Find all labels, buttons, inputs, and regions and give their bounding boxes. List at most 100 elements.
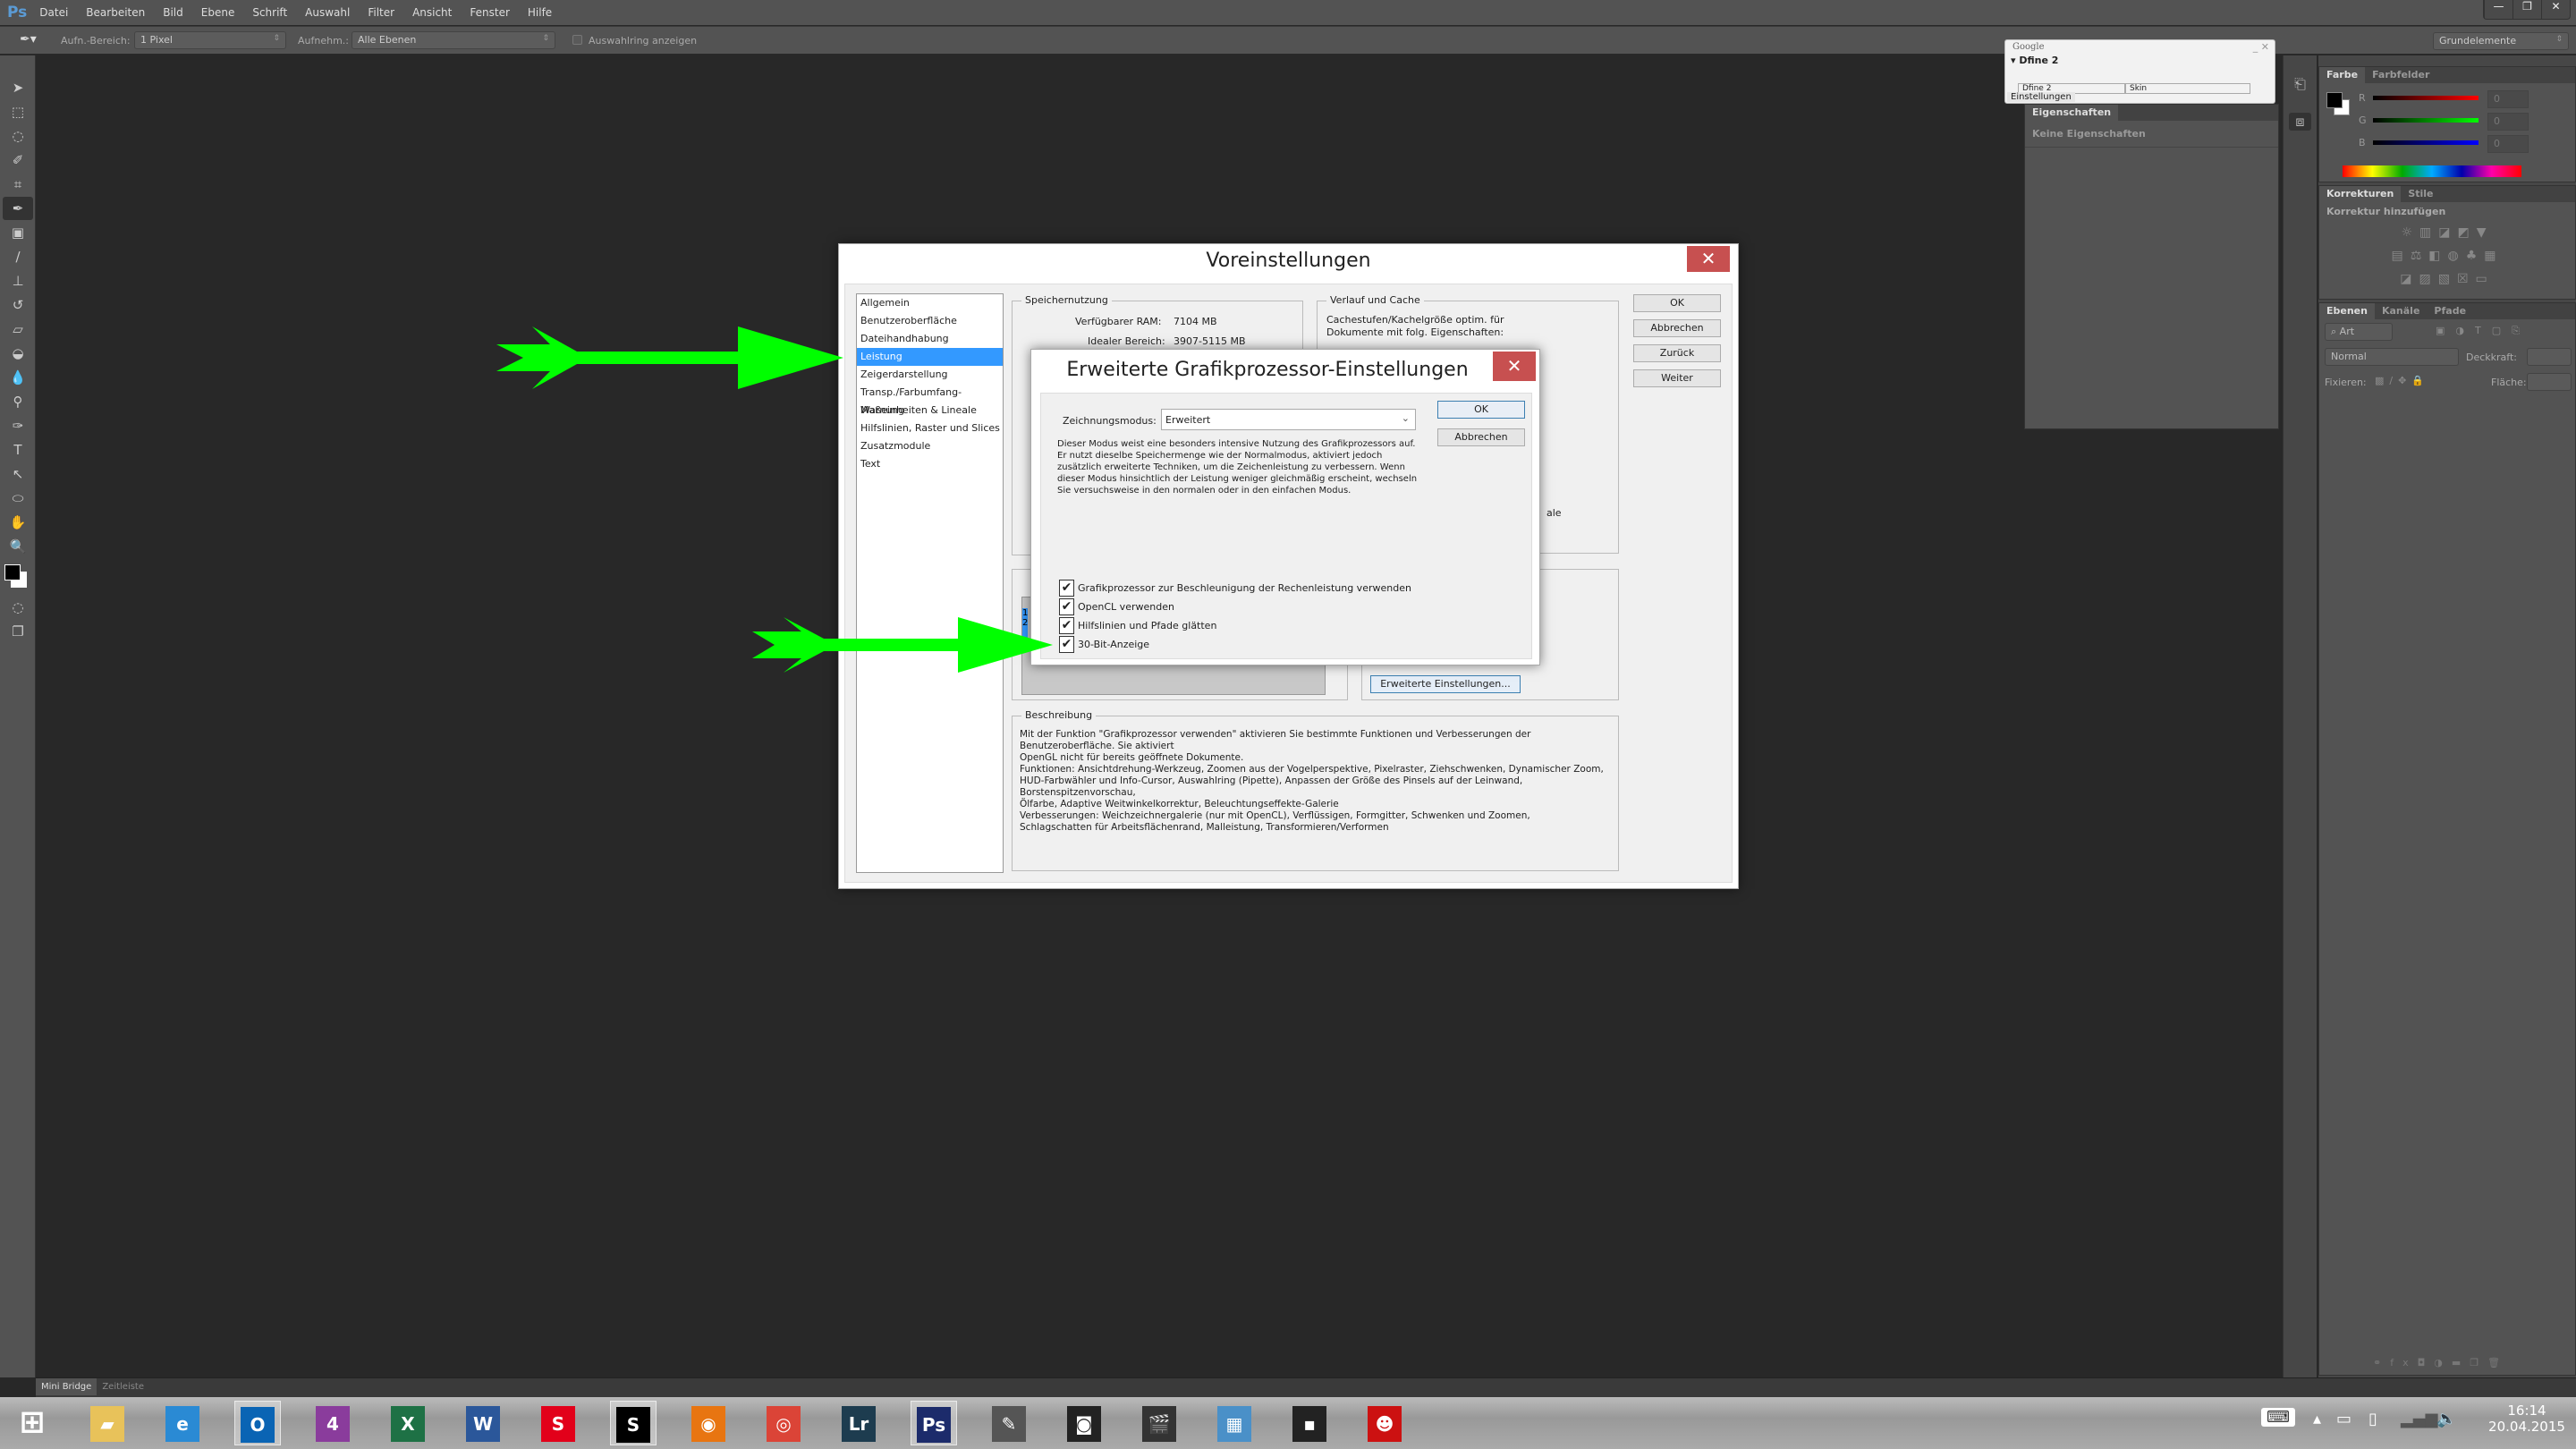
adjustment-icons[interactable]: ☼▥◪◩▼ ▤⚖◧◍♣▦ ◪▨▧☒▭ <box>2319 221 2575 291</box>
channel-b-value[interactable]: 0 <box>2487 135 2529 153</box>
hand-tool-icon[interactable]: ✋ <box>3 511 33 534</box>
pen-tool-icon[interactable]: ✑ <box>3 414 33 437</box>
clone-stamp-tool-icon[interactable]: ⊥ <box>3 269 33 292</box>
battery-icon[interactable]: ▯ <box>2368 1410 2377 1428</box>
category-zeigerdarstellung[interactable]: Zeigerdarstellung <box>857 366 1003 384</box>
tab-stile[interactable]: Stile <box>2401 186 2440 202</box>
category-zusatzmodule[interactable]: Zusatzmodule <box>857 437 1003 455</box>
eraser-tool-icon[interactable]: ▱ <box>3 318 33 341</box>
display-icon[interactable]: ▭ <box>2336 1410 2351 1428</box>
show-ring-checkbox[interactable] <box>572 35 582 45</box>
quick-selection-tool-icon[interactable]: ✐ <box>3 148 33 172</box>
channel-g-slider[interactable] <box>2373 118 2479 123</box>
layer-filter-select[interactable]: ⌕ Art <box>2325 323 2393 341</box>
menu-bild[interactable]: Bild <box>163 6 183 19</box>
show-hidden-icons-icon[interactable]: ▴ <box>2313 1410 2321 1428</box>
category-allgemein[interactable]: Allgemein <box>857 294 1003 312</box>
menu-hilfe[interactable]: Hilfe <box>528 6 552 19</box>
tab-zeitleiste[interactable]: Zeitleiste <box>97 1378 149 1395</box>
taskbar-app-orange-icon[interactable]: ◉ <box>685 1401 732 1445</box>
screen-mode-icon[interactable]: ❐ <box>3 620 33 643</box>
advanced-settings-button[interactable]: Erweiterte Einstellungen... <box>1370 675 1521 693</box>
opencl-checkbox[interactable]: ✔ OpenCL verwenden <box>1059 598 1174 615</box>
taskbar-chrome-icon[interactable]: ◎ <box>760 1401 807 1445</box>
einstellungen-tab[interactable]: Einstellungen <box>2007 92 2075 102</box>
minimize-button[interactable]: — <box>2484 0 2512 19</box>
menu-schrift[interactable]: Schrift <box>252 6 287 19</box>
dfine-section-header[interactable]: ▾ Dfine 2 <box>2011 55 2058 66</box>
category-dateihandhabung[interactable]: Dateihandhabung <box>857 330 1003 348</box>
preferences-ok-button[interactable]: OK <box>1633 294 1721 312</box>
menu-datei[interactable]: Datei <box>39 6 68 19</box>
foreground-color-swatch[interactable] <box>4 564 21 580</box>
menu-filter[interactable]: Filter <box>368 6 394 19</box>
channel-r-slider[interactable] <box>2373 96 2479 100</box>
gpu-ok-button[interactable]: OK <box>1437 401 1525 419</box>
tab-ebenen[interactable]: Ebenen <box>2319 303 2375 319</box>
tab-eigenschaften[interactable]: Eigenschaften <box>2025 105 2119 121</box>
menu-auswahl[interactable]: Auswahl <box>305 6 350 19</box>
menu-ansicht[interactable]: Ansicht <box>412 6 452 19</box>
taskbar-excel-icon[interactable]: X <box>385 1401 431 1445</box>
taskbar-explorer-icon[interactable]: ▰ <box>84 1401 131 1445</box>
taskbar-video-icon[interactable]: 🎬 <box>1136 1401 1182 1445</box>
category-masseinheiten[interactable]: Maßeinheiten & Lineale <box>857 402 1003 419</box>
eyedropper-tool-icon[interactable]: ✒ <box>3 197 33 220</box>
workspace-select[interactable]: Grundelemente <box>2433 32 2569 50</box>
network-icon[interactable]: ▂▄▆ <box>2401 1410 2438 1428</box>
path-selection-tool-icon[interactable]: ↖ <box>3 462 33 486</box>
lock-icons[interactable]: ▩∕✥🔒 <box>2375 375 2429 386</box>
foreground-color[interactable] <box>2326 92 2343 108</box>
preferences-back-button[interactable]: Zurück <box>1633 344 1721 362</box>
restore-button[interactable]: ❐ <box>2512 0 2541 19</box>
category-hilfslinien[interactable]: Hilfslinien, Raster und Slices <box>857 419 1003 437</box>
spot-healing-tool-icon[interactable]: ▣ <box>3 221 33 244</box>
category-transparenz[interactable]: Transp./Farbumfang-Warnung <box>857 384 1003 416</box>
taskbar-app-red-icon[interactable]: ☻ <box>1361 1401 1408 1445</box>
sample-size-select[interactable]: 1 Pixel <box>134 31 286 49</box>
preferences-cancel-button[interactable]: Abbrechen <box>1633 319 1721 337</box>
tab-pfade[interactable]: Pfade <box>2427 303 2473 319</box>
tab-kanaele[interactable]: Kanäle <box>2375 303 2427 319</box>
taskbar-photoshop-icon[interactable]: Ps <box>911 1401 957 1445</box>
history-brush-tool-icon[interactable]: ↺ <box>3 293 33 317</box>
zoom-tool-icon[interactable]: 🔍 <box>3 535 33 558</box>
taskbar-start-icon[interactable]: ⊞ <box>9 1401 55 1445</box>
tab-korrekturen[interactable]: Korrekturen <box>2319 186 2402 202</box>
brush-tool-icon[interactable]: ∕ <box>3 245 33 268</box>
gpu-cancel-button[interactable]: Abbrechen <box>1437 428 1525 446</box>
dodge-tool-icon[interactable]: ⚲ <box>3 390 33 413</box>
color-swatches[interactable] <box>0 559 35 595</box>
preferences-next-button[interactable]: Weiter <box>1633 369 1721 387</box>
blend-mode-select[interactable]: Normal <box>2325 348 2459 366</box>
menu-ebene[interactable]: Ebene <box>201 6 235 19</box>
keyboard-icon[interactable]: ⌨ <box>2261 1408 2295 1427</box>
preferences-close-button[interactable]: ✕ <box>1687 246 1730 272</box>
close-window-button[interactable]: ✕ <box>2541 0 2570 19</box>
taskbar-clock[interactable]: 16:14 20.04.2015 <box>2487 1402 2567 1435</box>
eyedropper-tool-preset-icon[interactable]: ✒▾ <box>20 32 37 47</box>
lasso-tool-icon[interactable]: ◌ <box>3 124 33 148</box>
color-spectrum-bar[interactable] <box>2343 165 2521 177</box>
gpu-acceleration-checkbox[interactable]: ✔ Grafikprozessor zur Beschleunigung der … <box>1059 580 1411 597</box>
type-tool-icon[interactable]: T <box>3 438 33 462</box>
30-bit-display-checkbox[interactable]: ✔ 30-Bit-Anzeige <box>1059 636 1149 653</box>
taskbar-camera-icon[interactable]: ◙ <box>1061 1401 1107 1445</box>
tab-farbfelder[interactable]: Farbfelder <box>2365 67 2436 83</box>
drawing-mode-select[interactable]: Erweitert ⌄ <box>1161 409 1416 430</box>
taskbar-calculator-icon[interactable]: ▦ <box>1211 1401 1258 1445</box>
panel-close-icon[interactable]: _ ✕ <box>2253 41 2269 53</box>
opacity-field[interactable] <box>2527 348 2572 366</box>
channel-b-slider[interactable] <box>2373 140 2479 145</box>
ellipse-tool-icon[interactable]: ⬭ <box>3 487 33 510</box>
taskbar-lightroom-icon[interactable]: Lr <box>835 1401 882 1445</box>
category-benutzeroberflaeche[interactable]: Benutzeroberfläche <box>857 312 1003 330</box>
quick-mask-icon[interactable]: ◌ <box>3 596 33 619</box>
category-text[interactable]: Text <box>857 455 1003 473</box>
channel-g-value[interactable]: 0 <box>2487 113 2529 131</box>
taskbar-word-icon[interactable]: W <box>460 1401 506 1445</box>
marquee-tool-icon[interactable]: ⬚ <box>3 100 33 123</box>
taskbar-app-flag-icon[interactable]: ▪ <box>1286 1401 1333 1445</box>
paint-bucket-tool-icon[interactable]: ◒ <box>3 342 33 365</box>
taskbar-sparkasse-icon[interactable]: S <box>535 1401 581 1445</box>
